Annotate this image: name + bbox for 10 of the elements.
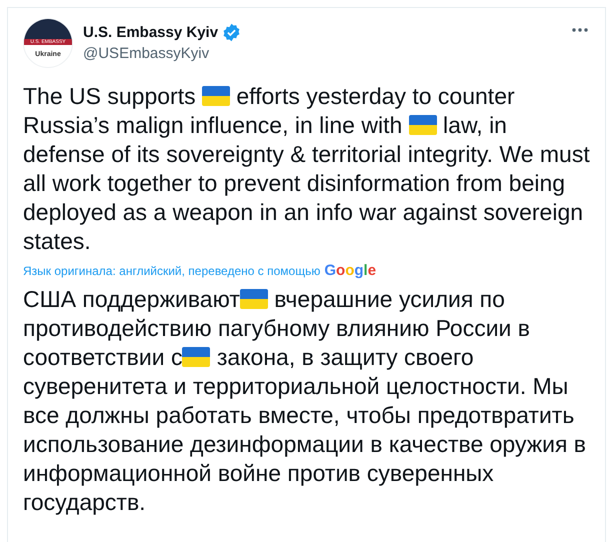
tweet-text: США поддерживают вчерашние усилия по противодействию пагубному влиянию России в соответствии с закона, в защиту своего суверенитета и территориальной целостности. Мы все должны работать вместе, чтобы предотвратить использование дезинформации в качестве оружия в информационной войне против суверенных государств. xyxy=(23,285,588,517)
ukraine-flag-icon xyxy=(202,86,230,106)
account-handle[interactable]: @USEmbassyKyiv xyxy=(83,45,560,62)
tweet-text: The US supports efforts yesterday to counter Russia’s malign influence, in line with law, in defense of its sovereignty & territorial integrity. We must all work together to prevent disinformation from being deployed as a weapon in an info war against sovereign states. xyxy=(23,82,590,256)
translation-note: Язык оригинала: английский, переведено с помощью xyxy=(23,264,320,278)
google-logo[interactable]: Google xyxy=(324,262,376,279)
ukraine-flag-icon xyxy=(182,347,210,367)
account-name[interactable]: U.S. Embassy Kyiv xyxy=(83,24,218,41)
ukraine-flag-icon xyxy=(240,289,268,309)
ukraine-flag-icon xyxy=(408,115,437,135)
